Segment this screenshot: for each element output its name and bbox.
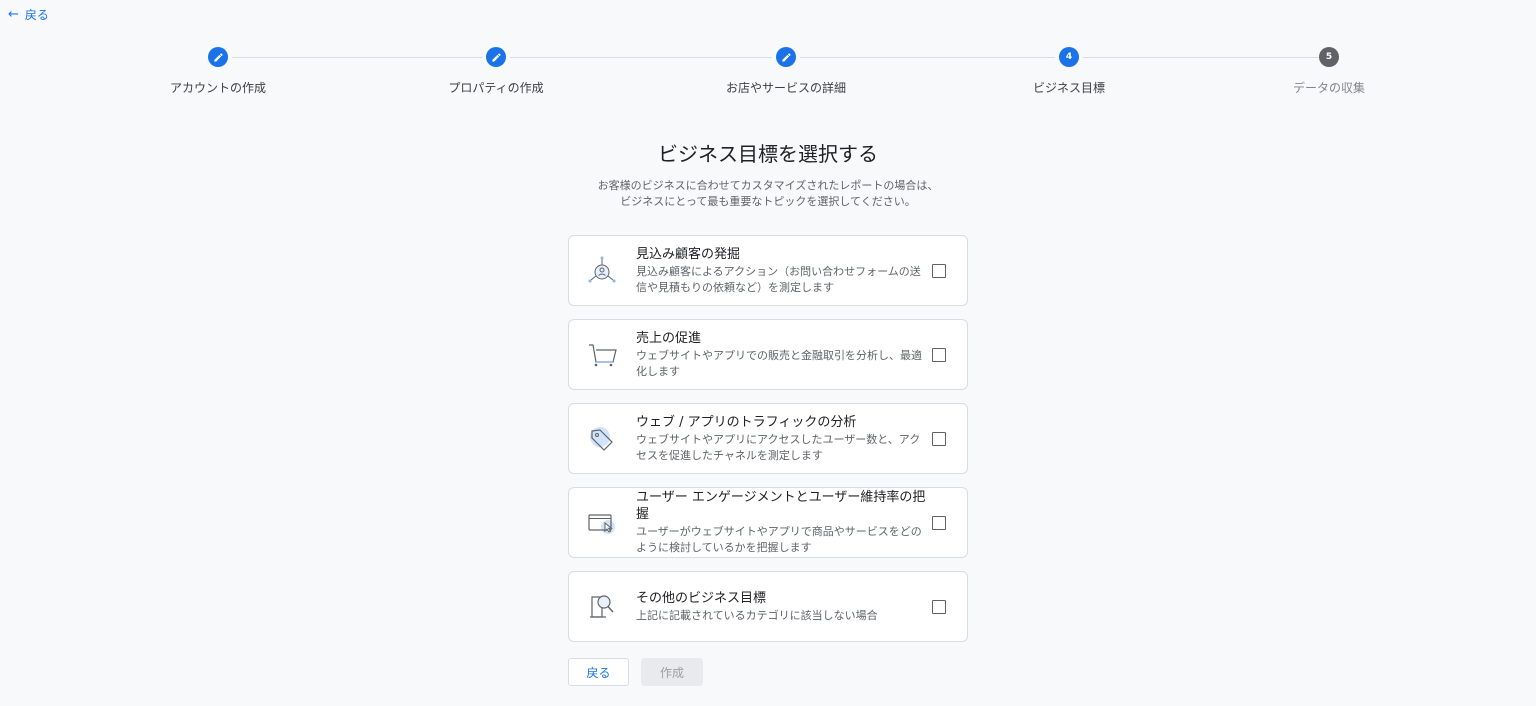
- option-description: ユーザーがウェブサイトやアプリで商品やサービスをどのように検討しているかを把握し…: [636, 525, 922, 554]
- option-title: 見込み顧客の発掘: [636, 246, 741, 262]
- step-label: アカウントの作成: [169, 81, 266, 95]
- option-checkbox[interactable]: [932, 431, 946, 446]
- option-description: ウェブサイトやアプリでの販売と金融取引を分析し、最適化します: [636, 348, 922, 378]
- create-button[interactable]: 作成: [641, 658, 703, 686]
- step-number: 5: [1319, 47, 1339, 67]
- page-subtitle: お客様のビジネスに合わせてカスタマイズされたレポートの場合は、 ビジネスにとって…: [0, 178, 1536, 210]
- subtitle-line: お客様のビジネスに合わせてカスタマイズされたレポートの場合は、: [597, 179, 939, 192]
- edit-pencil-icon: [776, 47, 796, 67]
- step-1: アカウントの作成: [118, 47, 318, 96]
- step-3: お店やサービスの詳細: [686, 47, 886, 96]
- option-description: ウェブサイトやアプリにアクセスしたユーザー数と、アクセスを促進したチャネルを測定…: [636, 432, 921, 462]
- step-label: データの収集: [1292, 81, 1365, 95]
- option-description: 上記に記載されているカテゴリに該当しない場合: [636, 608, 878, 622]
- option-text: ウェブ / アプリのトラフィックの分析 ウェブサイトやアプリにアクセスしたユーザ…: [636, 414, 926, 464]
- step-2: プロパティの作成: [396, 47, 596, 96]
- option-card-other-objectives[interactable]: その他のビジネス目標 上記に記載されているカテゴリに該当しない場合: [568, 571, 968, 642]
- subtitle-line: ビジネスにとって最も重要なトピックを選択してください。: [620, 195, 916, 208]
- option-checkbox[interactable]: [932, 599, 946, 614]
- option-checkbox[interactable]: [932, 515, 946, 530]
- objective-options: 見込み顧客の発掘 見込み顧客によるアクション（お問い合わせフォームの送信や見積も…: [568, 235, 968, 655]
- browser-window-cursor-icon: [588, 513, 615, 534]
- step-label: ビジネス目標: [1032, 81, 1105, 95]
- option-title: ユーザー エンゲージメントとユーザー維持率の把握: [636, 490, 926, 522]
- step-4: 4 ビジネス目標: [969, 47, 1169, 96]
- option-title: その他のビジネス目標: [636, 590, 767, 606]
- step-5: 5 データの収集: [1229, 47, 1429, 96]
- magnifier-document-icon: [590, 594, 614, 618]
- option-card-drive-sales[interactable]: 売上の促進 ウェブサイトやアプリでの販売と金融取引を分析し、最適化します: [568, 319, 968, 390]
- edit-pencil-icon: [486, 47, 506, 67]
- option-text: 売上の促進 ウェブサイトやアプリでの販売と金融取引を分析し、最適化します: [636, 330, 926, 380]
- lead-generation-icon: [588, 256, 616, 282]
- option-card-engagement-retention[interactable]: ユーザー エンゲージメントとユーザー維持率の把握 ユーザーがウェブサイトやアプリ…: [568, 487, 968, 558]
- option-text: 見込み顧客の発掘 見込み顧客によるアクション（お問い合わせフォームの送信や見積も…: [636, 246, 926, 296]
- option-text: ユーザー エンゲージメントとユーザー維持率の把握 ユーザーがウェブサイトやアプリ…: [636, 489, 926, 556]
- step-label: プロパティの作成: [448, 81, 544, 95]
- option-title: 売上の促進: [636, 330, 702, 346]
- option-card-lead-generation[interactable]: 見込み顧客の発掘 見込み顧客によるアクション（お問い合わせフォームの送信や見積も…: [568, 235, 968, 306]
- step-number: 4: [1059, 47, 1079, 67]
- edit-pencil-icon: [208, 47, 228, 67]
- option-card-traffic-analysis[interactable]: ウェブ / アプリのトラフィックの分析 ウェブサイトやアプリにアクセスしたユーザ…: [568, 403, 968, 474]
- progress-stepper: アカウントの作成 プロパティの作成 お店やサービスの詳細 4 ビジネス目標 5 …: [0, 0, 1536, 110]
- option-checkbox[interactable]: [932, 347, 946, 362]
- step-label: お店やサービスの詳細: [725, 81, 846, 95]
- back-button[interactable]: 戻る: [568, 658, 629, 686]
- option-text: その他のビジネス目標 上記に記載されているカテゴリに該当しない場合: [636, 590, 926, 624]
- price-tag-icon: [590, 426, 613, 451]
- option-description: 見込み顧客によるアクション（お問い合わせフォームの送信や見積もりの依頼など）を測…: [636, 264, 921, 294]
- shopping-cart-icon: [589, 343, 617, 366]
- option-checkbox[interactable]: [932, 263, 946, 278]
- option-title: ウェブ / アプリのトラフィックの分析: [636, 414, 857, 430]
- page-title: ビジネス目標を選択する: [658, 142, 878, 166]
